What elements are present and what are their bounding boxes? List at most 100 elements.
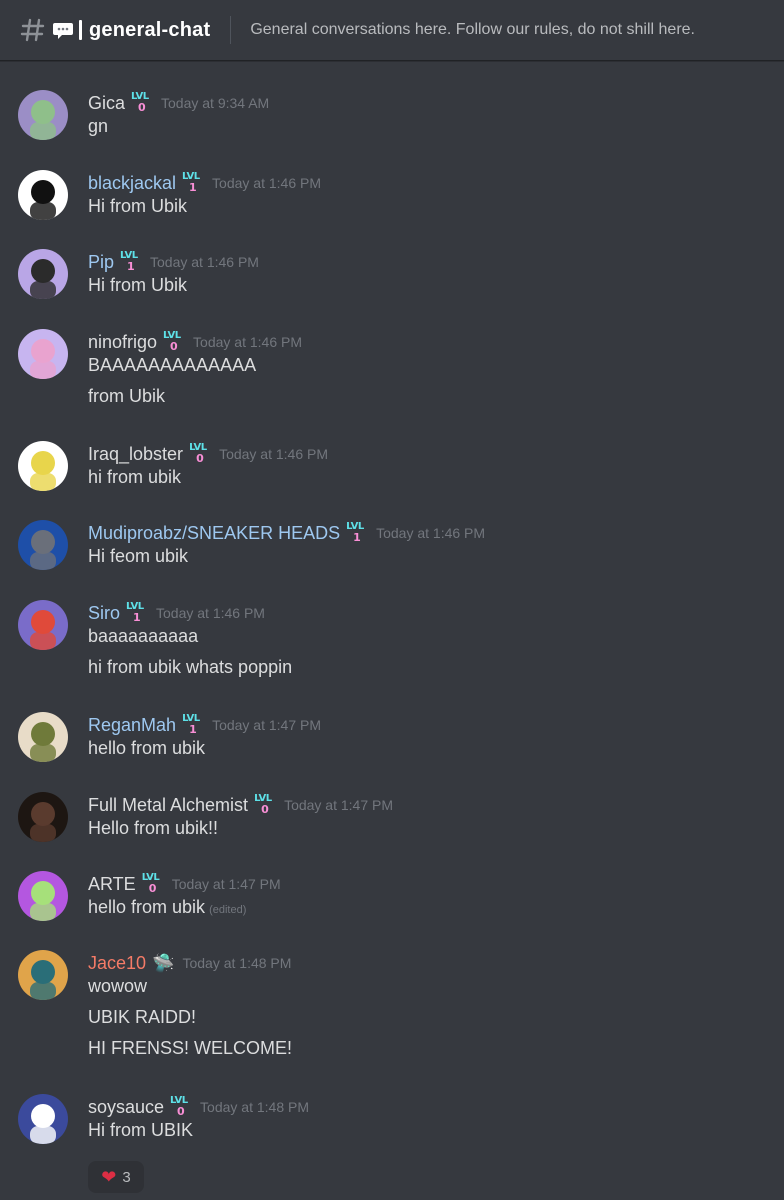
avatar[interactable] bbox=[18, 712, 68, 762]
message-header: Siro LVL 1 Today at 1:46 PM bbox=[88, 600, 265, 626]
username[interactable]: Full Metal Alchemist bbox=[88, 795, 248, 816]
avatar[interactable] bbox=[18, 441, 68, 491]
message-content: Hi from Ubik bbox=[88, 275, 188, 295]
message-text: Hello from ubik!! bbox=[88, 818, 218, 839]
timestamp[interactable]: Today at 1:46 PM bbox=[219, 446, 328, 462]
avatar[interactable] bbox=[18, 600, 68, 650]
level-number: 0 bbox=[261, 803, 269, 816]
level-number: 0 bbox=[196, 452, 204, 465]
reaction-button[interactable]: ❤ 3 bbox=[88, 1161, 144, 1193]
level-badge-icon[interactable]: LVL 0 bbox=[189, 443, 211, 465]
username[interactable]: Siro bbox=[88, 603, 120, 624]
level-number: 1 bbox=[189, 723, 197, 736]
message-content: wowow bbox=[88, 976, 148, 996]
username[interactable]: blackjackal bbox=[88, 173, 176, 194]
message[interactable]: soysauce LVL 0 Today at 1:48 PM Hi from UBIK… bbox=[0, 1094, 784, 1195]
avatar[interactable] bbox=[18, 520, 68, 570]
message[interactable]: Jace10 🛸 Today at 1:48 PM wowow UBIK RAIDD! H… bbox=[0, 950, 784, 1073]
message-header: ARTE LVL 0 Today at 1:47 PM bbox=[88, 871, 281, 897]
timestamp[interactable]: Today at 1:46 PM bbox=[193, 334, 302, 350]
header-divider bbox=[230, 16, 232, 44]
message-text: Hi from Ubik bbox=[88, 196, 187, 217]
level-number: 1 bbox=[353, 531, 361, 544]
message-text: gn bbox=[88, 116, 108, 137]
username[interactable]: ninofrigo bbox=[88, 332, 157, 353]
channel-topic[interactable]: General conversations here. Follow our r… bbox=[250, 21, 695, 39]
message[interactable]: ARTE LVL 0 Today at 1:47 PM hello from ubik(… bbox=[0, 871, 784, 932]
message-content: Hi from Ubik bbox=[88, 196, 188, 216]
username[interactable]: ReganMah bbox=[88, 715, 176, 736]
message-header: soysauce LVL 0 Today at 1:48 PM bbox=[88, 1094, 309, 1120]
level-badge-icon[interactable]: LVL 0 bbox=[254, 794, 276, 816]
username[interactable]: Mudiproabz/SNEAKER HEADS bbox=[88, 523, 340, 544]
timestamp[interactable]: Today at 1:48 PM bbox=[200, 1099, 309, 1115]
message-header: blackjackal LVL 1 Today at 1:46 PM bbox=[88, 170, 321, 196]
username[interactable]: Jace10 bbox=[88, 953, 146, 974]
timestamp[interactable]: Today at 1:46 PM bbox=[156, 605, 265, 621]
message-header: Gica LVL 0 Today at 9:34 AM bbox=[88, 90, 269, 116]
message-text: hi from ubik bbox=[88, 467, 181, 488]
message[interactable]: ninofrigo LVL 0 Today at 1:46 PM BAAAAAAAAAA… bbox=[0, 329, 784, 421]
level-badge-icon[interactable]: LVL 1 bbox=[126, 602, 148, 624]
avatar[interactable] bbox=[18, 871, 68, 921]
separator-bar bbox=[79, 20, 82, 40]
hash-icon bbox=[20, 18, 45, 42]
level-badge-icon[interactable]: LVL 1 bbox=[120, 251, 142, 273]
avatar[interactable] bbox=[18, 249, 68, 299]
message-text: Hi from UBIK bbox=[88, 1120, 193, 1141]
timestamp[interactable]: Today at 1:47 PM bbox=[284, 797, 393, 813]
message[interactable]: Gica LVL 0 Today at 9:34 AM gn bbox=[0, 90, 784, 151]
message[interactable]: Full Metal Alchemist LVL 0 Today at 1:47 PM… bbox=[0, 792, 784, 853]
message[interactable]: Mudiproabz/SNEAKER HEADS LVL 1 Today at 1:4… bbox=[0, 520, 784, 581]
level-badge-icon[interactable]: LVL 0 bbox=[131, 92, 153, 114]
message-header: Mudiproabz/SNEAKER HEADS LVL 1 Today at 1:4… bbox=[88, 520, 485, 546]
timestamp[interactable]: Today at 1:46 PM bbox=[212, 175, 321, 191]
timestamp[interactable]: Today at 1:47 PM bbox=[212, 717, 321, 733]
avatar[interactable] bbox=[18, 950, 68, 1000]
level-number: 1 bbox=[127, 260, 135, 273]
avatar[interactable] bbox=[18, 170, 68, 220]
username[interactable]: Iraq_lobster bbox=[88, 444, 183, 465]
username[interactable]: Pip bbox=[88, 252, 114, 273]
level-number: 1 bbox=[189, 181, 197, 194]
level-badge-icon[interactable]: LVL 0 bbox=[163, 331, 185, 353]
message-text: HI FRENSS! WELCOME! bbox=[88, 1038, 292, 1059]
ufo-icon[interactable]: 🛸 bbox=[152, 953, 174, 974]
message-text: hello from ubik (edited) bbox=[88, 897, 246, 918]
username[interactable]: soysauce bbox=[88, 1097, 164, 1118]
message-text: Hi from Ubik bbox=[88, 275, 187, 296]
message-content: hello from ubik bbox=[88, 738, 206, 758]
message[interactable]: Iraq_lobster LVL 0 Today at 1:46 PM hi from … bbox=[0, 441, 784, 502]
level-badge-icon[interactable]: LVL 1 bbox=[182, 172, 204, 194]
avatar[interactable] bbox=[18, 90, 68, 140]
username[interactable]: Gica bbox=[88, 93, 125, 114]
message-text: UBIK RAIDD! bbox=[88, 1007, 196, 1028]
level-badge-icon[interactable]: LVL 0 bbox=[142, 873, 164, 895]
avatar[interactable] bbox=[18, 329, 68, 379]
level-badge-icon[interactable]: LVL 1 bbox=[346, 522, 368, 544]
timestamp[interactable]: Today at 1:48 PM bbox=[182, 955, 291, 971]
message-header: Jace10 🛸 Today at 1:48 PM bbox=[88, 950, 291, 976]
message-content: UBIK RAIDD! bbox=[88, 1007, 197, 1027]
level-badge-icon[interactable]: LVL 0 bbox=[170, 1096, 192, 1118]
timestamp[interactable]: Today at 1:46 PM bbox=[376, 525, 485, 541]
avatar[interactable] bbox=[18, 792, 68, 842]
message[interactable]: ReganMah LVL 1 Today at 1:47 PM hello from u… bbox=[0, 712, 784, 773]
message-content: from Ubik bbox=[88, 386, 166, 406]
timestamp[interactable]: Today at 1:46 PM bbox=[150, 254, 259, 270]
timestamp[interactable]: Today at 9:34 AM bbox=[161, 95, 269, 111]
username[interactable]: ARTE bbox=[88, 874, 136, 895]
speech-bubble-icon bbox=[53, 23, 73, 39]
message-text: baaaaaaaaaa bbox=[88, 626, 198, 647]
message-content: hi from ubik bbox=[88, 467, 182, 487]
message-text: BAAAAAAAAAAAAA bbox=[88, 355, 256, 376]
message[interactable]: Pip LVL 1 Today at 1:46 PM Hi from Ubik bbox=[0, 249, 784, 310]
avatar[interactable] bbox=[18, 1094, 68, 1144]
timestamp[interactable]: Today at 1:47 PM bbox=[172, 876, 281, 892]
message-text: Hi feom ubik bbox=[88, 546, 188, 567]
level-badge-icon[interactable]: LVL 1 bbox=[182, 714, 204, 736]
message[interactable]: blackjackal LVL 1 Today at 1:46 PM Hi from U… bbox=[0, 170, 784, 231]
message[interactable]: Siro LVL 1 Today at 1:46 PM baaaaaaaaaa hi fr… bbox=[0, 600, 784, 692]
message-content: baaaaaaaaaa bbox=[88, 626, 199, 646]
message-text: hello from ubik bbox=[88, 738, 205, 759]
